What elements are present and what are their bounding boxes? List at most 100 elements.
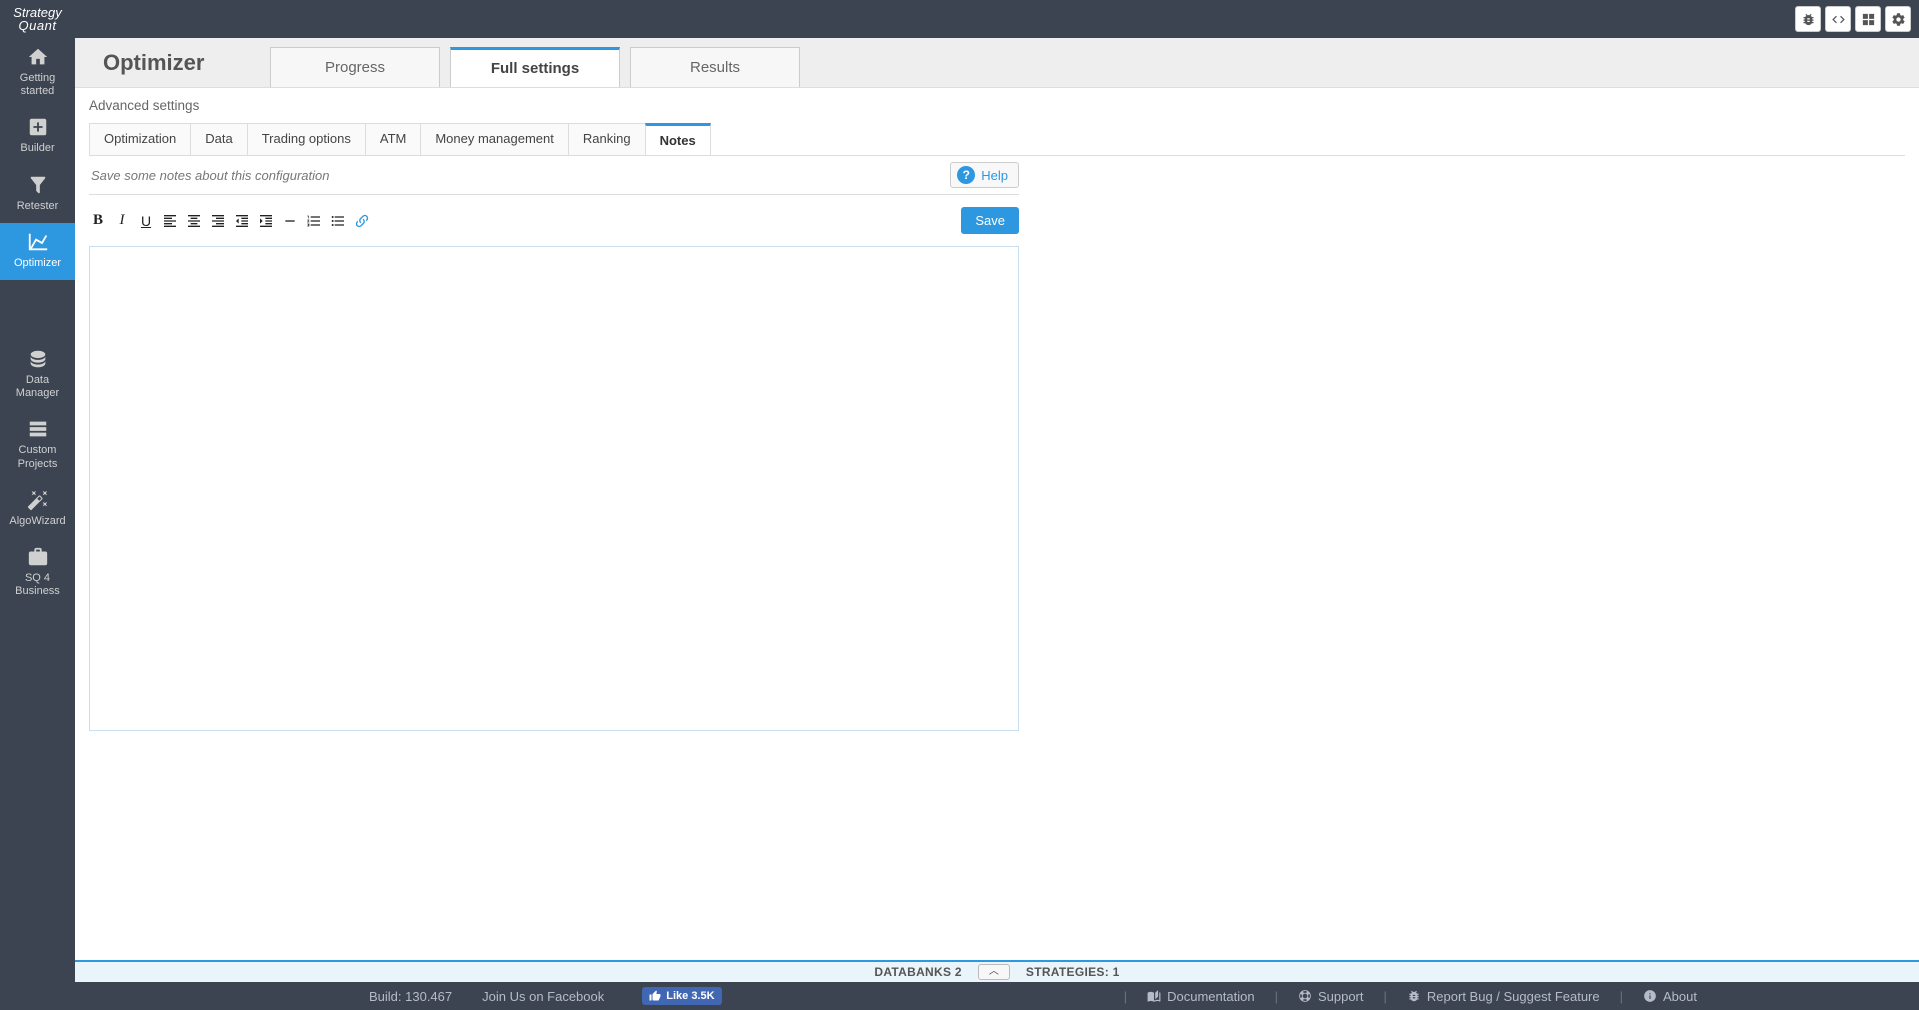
footer-links: | Documentation | Support | Report Bug /… — [1112, 989, 1705, 1004]
underline-button[interactable]: U — [137, 212, 155, 230]
documentation-label: Documentation — [1167, 989, 1254, 1004]
bug-icon — [1407, 989, 1421, 1003]
filter-icon — [27, 174, 49, 196]
build-label: Build: 130.467 — [369, 989, 452, 1004]
footer: Build: 130.467 Join Us on Facebook Like … — [75, 982, 1919, 1010]
grid-icon[interactable] — [1855, 6, 1881, 32]
topbar-buttons — [1795, 6, 1911, 32]
footer-block: Build: 130.467 Join Us on Facebook Like … — [369, 987, 722, 1005]
sidebar-label: Data Manager — [4, 374, 71, 400]
italic-button[interactable]: I — [113, 212, 131, 230]
database-icon — [27, 348, 49, 370]
sidebar: Getting started Builder Retester Optimiz… — [0, 38, 75, 1010]
sub-area: Advanced settings Optimization Data Trad… — [75, 88, 1919, 156]
sidebar-item-custom-projects[interactable]: Custom Projects — [0, 410, 75, 480]
sidebar-gap — [0, 280, 75, 340]
align-left-button[interactable] — [161, 212, 179, 230]
gear-icon[interactable] — [1885, 6, 1911, 32]
help-button[interactable]: ? Help — [950, 162, 1019, 188]
strategies-label: STRATEGIES: 1 — [1026, 965, 1120, 979]
subtab-notes[interactable]: Notes — [645, 123, 711, 155]
spacer — [75, 745, 1919, 960]
bold-button[interactable]: B — [89, 212, 107, 230]
sidebar-item-getting-started[interactable]: Getting started — [0, 38, 75, 108]
main-tabs: Progress Full settings Results — [270, 38, 810, 87]
sidebar-label: AlgoWizard — [9, 515, 65, 528]
databanks-label: DATABANKS 2 — [874, 965, 962, 979]
separator: | — [1608, 989, 1635, 1004]
separator: | — [1112, 989, 1139, 1004]
notes-hint: Save some notes about this configuration — [89, 168, 329, 183]
plus-box-icon — [27, 116, 49, 138]
outdent-button[interactable] — [257, 212, 275, 230]
header-row: Optimizer Progress Full settings Results — [75, 38, 1919, 88]
join-facebook-link[interactable]: Join Us on Facebook — [482, 989, 604, 1004]
sidebar-label: SQ 4 Business — [4, 572, 71, 598]
sidebar-item-data-manager[interactable]: Data Manager — [0, 340, 75, 410]
sidebar-label: Builder — [20, 142, 54, 155]
wand-icon — [27, 489, 49, 511]
topbar: Strategy Quant — [0, 0, 1919, 38]
editor-textarea[interactable] — [89, 246, 1019, 731]
report-bug-link[interactable]: Report Bug / Suggest Feature — [1399, 989, 1608, 1004]
about-link[interactable]: About — [1635, 989, 1705, 1004]
save-button[interactable]: Save — [961, 207, 1019, 234]
sidebar-item-builder[interactable]: Builder — [0, 108, 75, 165]
link-button[interactable] — [353, 212, 371, 230]
ordered-list-button[interactable] — [305, 212, 323, 230]
help-label: Help — [981, 168, 1008, 183]
content: Optimizer Progress Full settings Results… — [75, 38, 1919, 1010]
page-title: Optimizer — [75, 38, 270, 87]
subtab-optimization[interactable]: Optimization — [89, 123, 191, 155]
align-right-button[interactable] — [209, 212, 227, 230]
subtab-ranking[interactable]: Ranking — [568, 123, 646, 155]
thumb-up-icon — [649, 990, 661, 1002]
indent-button[interactable] — [233, 212, 251, 230]
book-icon — [1147, 989, 1161, 1003]
layers-icon — [27, 418, 49, 440]
sub-tabs: Optimization Data Trading options ATM Mo… — [89, 123, 1905, 156]
separator: | — [1263, 989, 1290, 1004]
sidebar-label: Custom Projects — [4, 444, 71, 470]
sidebar-item-algowizard[interactable]: AlgoWizard — [0, 481, 75, 538]
tab-results[interactable]: Results — [630, 47, 800, 87]
databanks-toggle[interactable]: ︿ — [978, 964, 1010, 980]
notes-header: Save some notes about this configuration… — [89, 156, 1019, 195]
briefcase-icon — [27, 546, 49, 568]
chart-line-icon — [27, 231, 49, 253]
align-center-button[interactable] — [185, 212, 203, 230]
hr-button[interactable] — [281, 212, 299, 230]
separator: | — [1372, 989, 1399, 1004]
sidebar-item-sq4business[interactable]: SQ 4 Business — [0, 538, 75, 608]
sidebar-item-retester[interactable]: Retester — [0, 166, 75, 223]
subtab-money-management[interactable]: Money management — [420, 123, 569, 155]
report-bug-label: Report Bug / Suggest Feature — [1427, 989, 1600, 1004]
logo-line2: Quant — [19, 19, 57, 32]
sidebar-label: Getting started — [4, 72, 71, 98]
editor-toolbar: B I U Save — [89, 195, 1019, 242]
databanks-bar: DATABANKS 2 ︿ STRATEGIES: 1 — [75, 960, 1919, 982]
tab-full-settings[interactable]: Full settings — [450, 47, 620, 87]
fb-like-button[interactable]: Like 3.5K — [642, 987, 721, 1005]
fb-like-label: Like 3.5K — [666, 990, 714, 1002]
subtab-trading-options[interactable]: Trading options — [247, 123, 366, 155]
home-icon — [27, 46, 49, 68]
toolbar-left: B I U — [89, 212, 371, 230]
sidebar-item-optimizer[interactable]: Optimizer — [0, 223, 75, 280]
sidebar-label: Optimizer — [14, 257, 61, 270]
subtab-atm[interactable]: ATM — [365, 123, 421, 155]
help-icon: ? — [957, 166, 975, 184]
notes-panel: Save some notes about this configuration… — [75, 156, 1919, 745]
unordered-list-button[interactable] — [329, 212, 347, 230]
documentation-link[interactable]: Documentation — [1139, 989, 1262, 1004]
support-label: Support — [1318, 989, 1364, 1004]
bug-icon[interactable] — [1795, 6, 1821, 32]
info-icon — [1643, 989, 1657, 1003]
code-icon[interactable] — [1825, 6, 1851, 32]
subtab-data[interactable]: Data — [190, 123, 247, 155]
lifebuoy-icon — [1298, 989, 1312, 1003]
logo: Strategy Quant — [0, 0, 75, 38]
tab-progress[interactable]: Progress — [270, 47, 440, 87]
support-link[interactable]: Support — [1290, 989, 1372, 1004]
about-label: About — [1663, 989, 1697, 1004]
